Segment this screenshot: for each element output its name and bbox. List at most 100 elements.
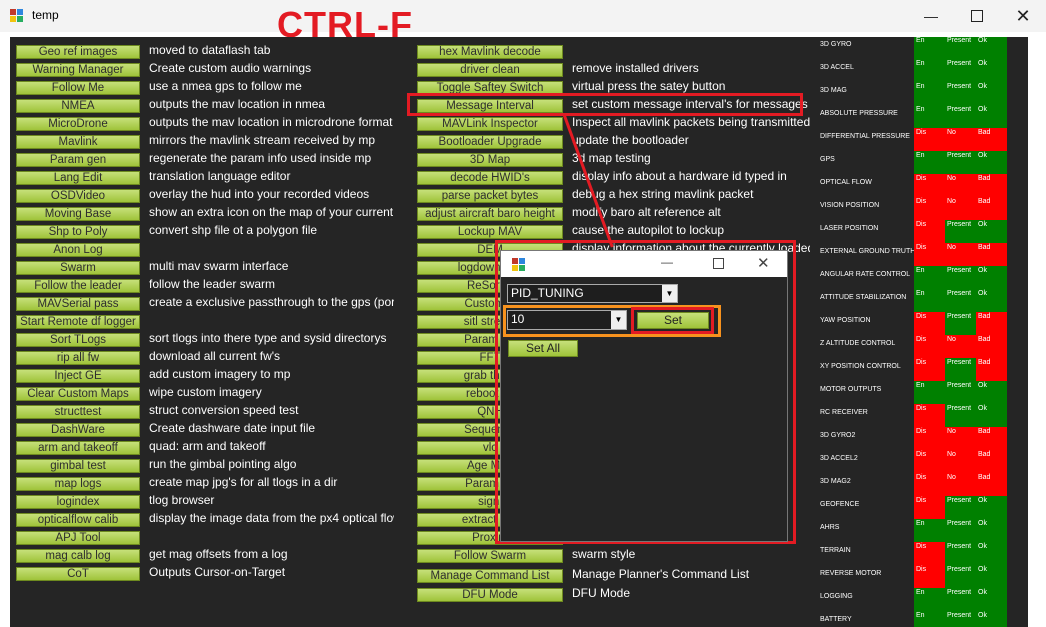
tool-description: swarm style: [572, 548, 636, 561]
tool-description: outputs the mav location in microdrone f…: [149, 116, 393, 129]
sensor-name: 3D MAG: [820, 87, 847, 94]
sensor-en-cell: En: [914, 519, 945, 542]
sensor-present-cell: Present: [945, 220, 976, 243]
tool-description: run the gimbal pointing algo: [149, 458, 297, 471]
tool-button[interactable]: Lang Edit: [16, 171, 140, 185]
tool-description: sort tlogs into there type and sysid dir…: [149, 332, 387, 345]
sensor-name: LOGGING: [820, 593, 853, 600]
tool-description: moved to dataflash tab: [149, 44, 271, 57]
dialog-maximize-icon[interactable]: [713, 258, 724, 269]
chevron-down-icon[interactable]: ▼: [662, 285, 677, 302]
tool-description: get mag offsets from a log: [149, 548, 288, 561]
tool-button[interactable]: arm and takeoff: [16, 441, 140, 455]
tool-description: Outputs Cursor-on-Target: [149, 566, 286, 579]
tool-button[interactable]: DFU Mode: [417, 588, 563, 602]
chevron-down-icon[interactable]: ▼: [611, 311, 626, 329]
maximize-icon[interactable]: [954, 0, 1000, 32]
sensor-en-cell: En: [914, 82, 945, 105]
tool-description: modify baro alt reference alt: [572, 206, 721, 219]
tool-button[interactable]: Anon Log: [16, 243, 140, 257]
tool-button[interactable]: CoT: [16, 567, 140, 581]
tool-button[interactable]: Moving Base: [16, 207, 140, 221]
tool-button[interactable]: Geo ref images: [16, 45, 140, 59]
tool-button[interactable]: logindex: [16, 495, 140, 509]
tool-button[interactable]: gimbal test: [16, 459, 140, 473]
tool-button[interactable]: OSDVideo: [16, 189, 140, 203]
tool-button[interactable]: Follow the leader: [16, 279, 140, 293]
sensor-en-cell: En: [914, 37, 945, 59]
sensor-name: TERRAIN: [820, 547, 851, 554]
set-all-button[interactable]: Set All: [508, 340, 578, 357]
tool-button[interactable]: decode HWID's: [417, 171, 563, 185]
sensor-en-cell: Dis: [914, 404, 945, 427]
tool-description: create map jpg's for all tlogs in a dir: [149, 476, 338, 489]
tool-button[interactable]: APJ Tool: [16, 531, 140, 545]
sensor-name: EXTERNAL GROUND TRUTH: [820, 248, 916, 255]
tool-button[interactable]: Manage Command List: [417, 569, 563, 583]
tool-button[interactable]: NMEA: [16, 99, 140, 113]
tool-button[interactable]: 3D Map: [417, 153, 563, 167]
tool-description: translation language editor: [149, 170, 291, 183]
tool-button[interactable]: MicroDrone: [16, 117, 140, 131]
tool-description: virtual press the satey button: [572, 80, 726, 93]
tool-button[interactable]: opticalflow calib: [16, 513, 140, 527]
sensor-health-cell: Ok: [976, 588, 1007, 611]
sensor-present-cell: No: [945, 128, 976, 151]
tool-button[interactable]: structtest: [16, 405, 140, 419]
tool-button[interactable]: Clear Custom Maps: [16, 387, 140, 401]
tool-button[interactable]: MAVSerial pass: [16, 297, 140, 311]
tool-button[interactable]: Mavlink: [16, 135, 140, 149]
message-type-combo[interactable]: PID_TUNING ▼: [507, 284, 678, 303]
tool-description: Create dashware date input file: [149, 422, 316, 435]
app-icon: [10, 9, 24, 22]
tool-button[interactable]: Bootloader Upgrade: [417, 135, 563, 149]
tool-button[interactable]: Warning Manager: [16, 63, 140, 77]
tool-button[interactable]: Sort TLogs: [16, 333, 140, 347]
interval-rate-combo[interactable]: 10 ▼: [507, 310, 627, 330]
tool-description: update the bootloader: [572, 134, 689, 147]
tool-button[interactable]: driver clean: [417, 63, 563, 77]
tool-button[interactable]: Shp to Poly: [16, 225, 140, 239]
tool-button[interactable]: parse packet bytes: [417, 189, 563, 203]
tool-button[interactable]: Param gen: [16, 153, 140, 167]
sensor-en-cell: Dis: [914, 565, 945, 588]
tool-button[interactable]: map logs: [16, 477, 140, 491]
dialog-close-icon[interactable]: ✕: [757, 254, 770, 272]
tool-button[interactable]: Lockup MAV: [417, 225, 563, 239]
sensor-present-cell: Present: [945, 404, 976, 427]
sensor-present-cell: No: [945, 243, 976, 266]
sensor-name: OPTICAL FLOW: [820, 179, 872, 186]
tool-button[interactable]: Start Remote df logger: [16, 315, 140, 329]
tool-description: debug a hex string mavlink packet: [572, 188, 754, 201]
tool-button[interactable]: DashWare: [16, 423, 140, 437]
sensor-en-cell: En: [914, 105, 945, 128]
dialog-minimize-icon[interactable]: —: [661, 255, 673, 269]
close-icon[interactable]: ✕: [1000, 0, 1046, 32]
tool-button[interactable]: rip all fw: [16, 351, 140, 365]
sensor-health-cell: Bad: [976, 358, 1007, 381]
tool-description: display the image data from the px4 opti…: [149, 512, 394, 525]
sensor-name: GPS: [820, 156, 835, 163]
tool-button[interactable]: adjust aircraft baro height: [417, 207, 563, 221]
set-button[interactable]: Set: [637, 312, 709, 329]
minimize-icon[interactable]: —: [908, 0, 954, 32]
tool-description: DFU Mode: [572, 587, 631, 600]
sensor-name: LASER POSITION: [820, 225, 879, 232]
tool-button[interactable]: Swarm: [16, 261, 140, 275]
sensor-en-cell: En: [914, 588, 945, 611]
tool-button[interactable]: Follow Me: [16, 81, 140, 95]
sensor-present-cell: No: [945, 335, 976, 358]
tool-button[interactable]: hex Mavlink decode: [417, 45, 563, 59]
tool-description: convert shp file ot a polygon file: [149, 224, 318, 237]
sensor-name: ANGULAR RATE CONTROL: [820, 271, 911, 278]
tool-button[interactable]: mag calb log: [16, 549, 140, 563]
tool-description: create a exclusive passthrough to the gp…: [149, 296, 394, 309]
sensor-health-cell: Ok: [976, 381, 1007, 404]
sensor-health-cell: Ok: [976, 105, 1007, 128]
tool-description: outputs the mav location in nmea: [149, 98, 326, 111]
tool-button[interactable]: Inject GE: [16, 369, 140, 383]
tool-button[interactable]: Follow Swarm: [417, 549, 563, 563]
tool-button[interactable]: MAVLink Inspector: [417, 117, 563, 131]
sensor-health-cell: Ok: [976, 37, 1007, 59]
sensor-present-cell: No: [945, 473, 976, 496]
